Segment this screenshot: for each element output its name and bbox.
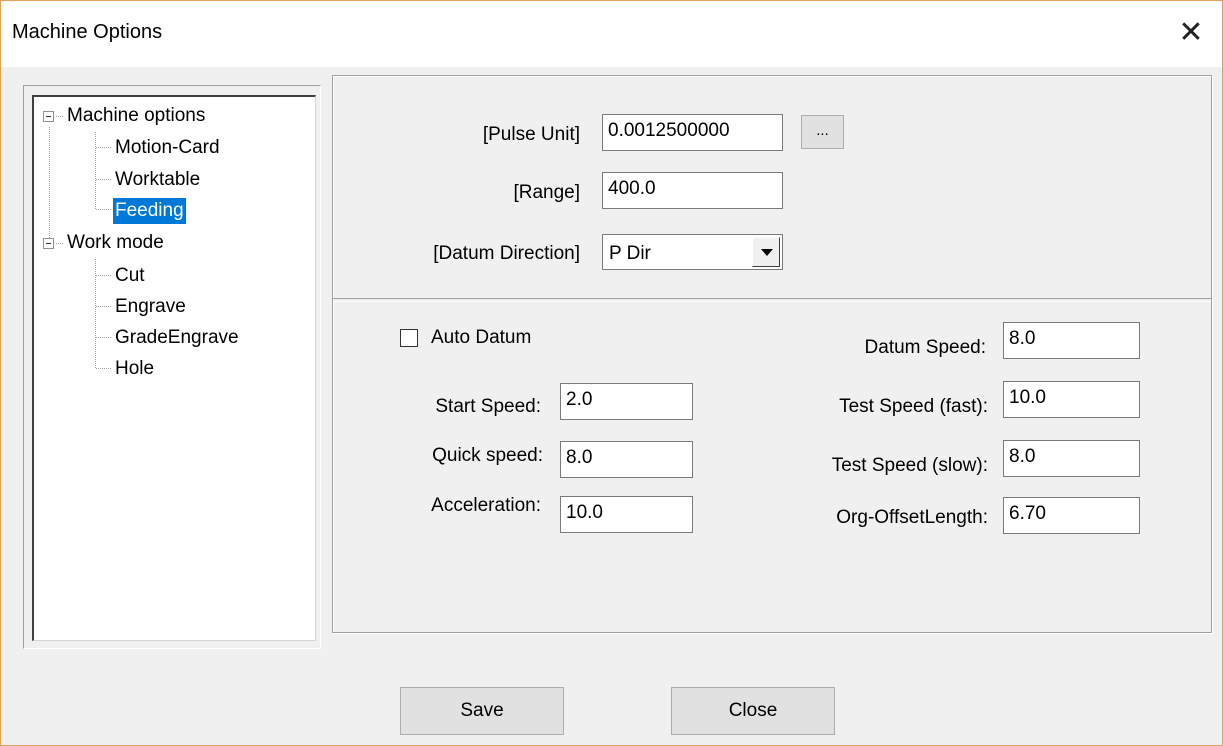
quick-speed-field[interactable]: 8.0 xyxy=(560,441,693,478)
tree-item-worktable[interactable]: Worktable xyxy=(113,167,202,193)
pulse-unit-label: [Pulse Unit] xyxy=(482,124,580,145)
save-button[interactable]: Save xyxy=(400,687,564,735)
datum-direction-select[interactable]: P Dir xyxy=(602,234,783,270)
acceleration-field[interactable]: 10.0 xyxy=(560,496,693,533)
title-bar: Machine Options ✕ xyxy=(1,1,1222,67)
datum-direction-value: P Dir xyxy=(609,243,651,264)
tree-item-gradeengrave[interactable]: GradeEngrave xyxy=(113,325,241,351)
auto-datum-label: Auto Datum xyxy=(431,327,532,348)
test-speed-slow-field[interactable]: 8.0 xyxy=(1003,440,1140,477)
tree-item-motion-card[interactable]: Motion-Card xyxy=(113,135,222,161)
tree-item-feeding[interactable]: Feeding xyxy=(113,198,186,224)
org-offset-field[interactable]: 6.70 xyxy=(1003,497,1140,534)
tree-item-engrave[interactable]: Engrave xyxy=(113,294,188,320)
options-tree[interactable]: Machine options Motion-Card Worktable Fe… xyxy=(32,95,316,641)
close-button[interactable]: Close xyxy=(671,687,835,735)
acceleration-label: Acceleration: xyxy=(431,495,541,516)
datum-speed-label: Datum Speed: xyxy=(864,337,986,358)
datum-speed-field[interactable]: 8.0 xyxy=(1003,322,1140,359)
tree-item-machine-options[interactable]: Machine options xyxy=(65,103,207,129)
quick-speed-label: Quick speed: xyxy=(432,445,543,466)
section-divider xyxy=(333,298,1211,302)
window-title: Machine Options xyxy=(12,21,163,43)
tree-item-work-mode[interactable]: Work mode xyxy=(65,230,166,256)
start-speed-label: Start Speed: xyxy=(435,396,541,417)
test-speed-fast-label: Test Speed (fast): xyxy=(839,396,988,417)
pulse-unit-browse-button[interactable]: ... xyxy=(801,115,844,149)
start-speed-field[interactable]: 2.0 xyxy=(560,383,693,420)
tree-collapse-icon[interactable] xyxy=(43,238,54,249)
tree-item-cut[interactable]: Cut xyxy=(113,263,147,289)
tree-collapse-icon[interactable] xyxy=(43,111,54,122)
org-offset-label: Org-OffsetLength: xyxy=(836,507,988,528)
test-speed-slow-label: Test Speed (slow): xyxy=(831,455,988,476)
chevron-down-icon[interactable] xyxy=(752,237,780,267)
test-speed-fast-field[interactable]: 10.0 xyxy=(1003,381,1140,418)
close-icon[interactable]: ✕ xyxy=(1176,15,1206,51)
machine-options-window: Machine Options ✕ Machine options Motion… xyxy=(0,0,1223,746)
datum-direction-label: [Datum Direction] xyxy=(433,243,580,264)
range-field[interactable]: 400.0 xyxy=(602,172,783,209)
tree-item-hole[interactable]: Hole xyxy=(113,356,156,382)
pulse-unit-field[interactable]: 0.0012500000 xyxy=(602,114,783,151)
auto-datum-checkbox[interactable] xyxy=(400,329,418,347)
range-label: [Range] xyxy=(513,182,580,203)
